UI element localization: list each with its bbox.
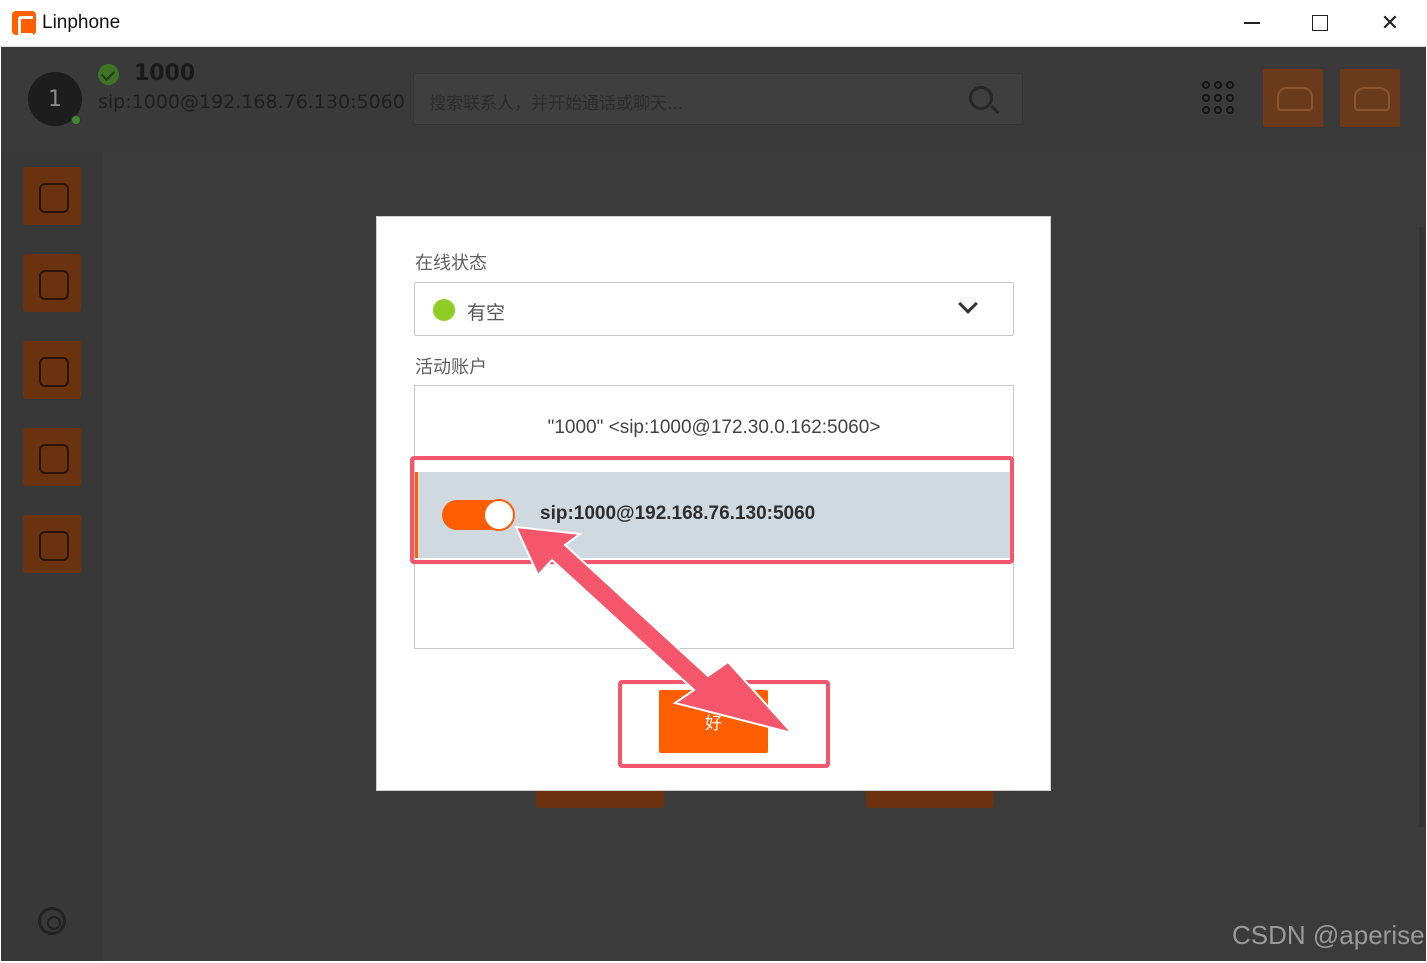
dialpad-icon[interactable] [1202,81,1236,115]
search-placeholder: 搜索联系人，并开始通话或聊天... [429,94,684,114]
maximize-button[interactable] [1286,0,1354,46]
top-bar: 1 1000 sip:1000@192.168.76.130:5060 搜索联系… [1,47,1426,152]
toggle-knob [483,499,515,531]
conference-button[interactable] [1340,69,1400,127]
account-status-dialog: 在线状态 有空 活动账户 "1000" <sip:1000@172.30.0.1… [376,216,1051,791]
list-item-selected[interactable]: sip:1000@192.168.76.130:5060 [415,472,1013,558]
phone-icon[interactable] [23,254,81,312]
contacts-icon[interactable] [23,428,81,486]
window-title: Linphone [42,12,121,33]
close-button[interactable]: ✕ [1356,0,1424,46]
chevron-down-icon [958,294,978,314]
calendar-icon[interactable] [23,515,81,573]
search-input[interactable]: 搜索联系人，并开始通话或聊天... [413,73,1023,125]
title-bar: Linphone ✕ [0,0,1427,47]
watermark: CSDN @aperise [1232,920,1425,950]
chat-icon[interactable] [23,341,81,399]
account-toggle[interactable] [442,499,515,531]
accounts-list: "1000" <sip:1000@172.30.0.162:5060> sip:… [414,385,1014,649]
ok-button[interactable]: 好 [659,690,768,753]
new-conference-button[interactable] [1263,69,1323,127]
user-sip-address: sip:1000@192.168.76.130:5060 [98,91,405,113]
home-icon[interactable] [23,167,81,225]
presence-dot-icon [433,299,455,321]
account-label: "1000" <sip:1000@172.30.0.162:5060> [547,417,881,438]
presence-value: 有空 [467,302,506,324]
account-label: sip:1000@192.168.76.130:5060 [540,503,816,524]
presence-indicator-dot [71,115,81,125]
accounts-label: 活动账户 [415,357,487,378]
minimize-button[interactable] [1218,0,1286,46]
left-navigation [1,152,103,961]
gear-icon[interactable] [38,907,66,935]
presence-dropdown[interactable]: 有空 [414,282,1014,336]
presence-label: 在线状态 [415,253,487,274]
list-item[interactable]: "1000" <sip:1000@172.30.0.162:5060> [415,386,1013,472]
background-button-right [866,790,994,808]
search-icon [969,86,993,110]
username: 1000 [134,61,196,86]
status-check-icon [98,64,119,85]
linphone-logo-icon [12,11,36,36]
background-button-left [536,790,664,808]
scrollbar[interactable] [1419,227,1425,827]
